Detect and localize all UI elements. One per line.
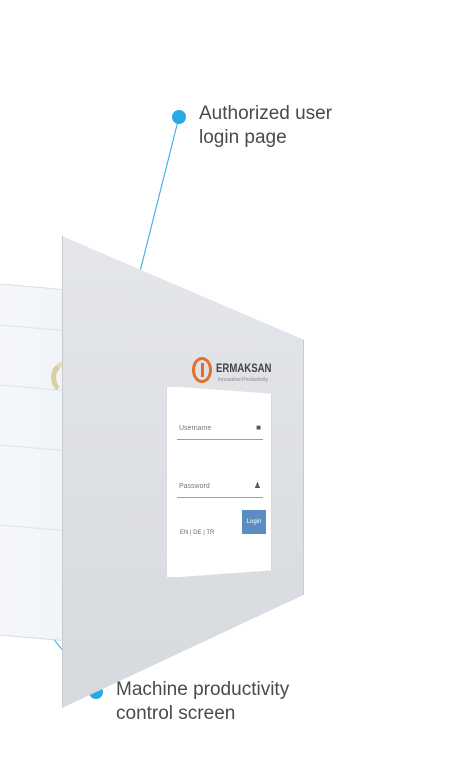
- brand-subtitle: Innovative Productivity: [218, 377, 269, 383]
- productivity-callout-line2: control screen: [116, 703, 236, 724]
- login-callout-line1: Authorized user: [199, 103, 333, 124]
- login-callout-line2: login page: [199, 127, 287, 148]
- login-callout-dot: [172, 110, 186, 124]
- username-field[interactable]: Username ■: [177, 417, 263, 440]
- username-placeholder: Username: [179, 425, 212, 432]
- password-field[interactable]: Password ♟: [177, 475, 263, 498]
- brand-logo-icon: [192, 357, 212, 383]
- lock-icon: ■: [256, 423, 261, 432]
- password-placeholder: Password: [179, 483, 210, 490]
- productivity-callout-label: Machine productivity control screen: [116, 678, 289, 726]
- login-form: Username ■ Password ♟: [166, 386, 272, 578]
- login-callout-label: Authorized user login page: [199, 102, 332, 150]
- login-button[interactable]: Login: [242, 510, 266, 534]
- brand-name: ERMAKSAN: [216, 361, 272, 375]
- productivity-callout-line1: Machine productivity: [116, 679, 290, 700]
- language-switcher[interactable]: EN | DE | TR: [180, 530, 214, 536]
- user-icon: ♟: [253, 481, 261, 490]
